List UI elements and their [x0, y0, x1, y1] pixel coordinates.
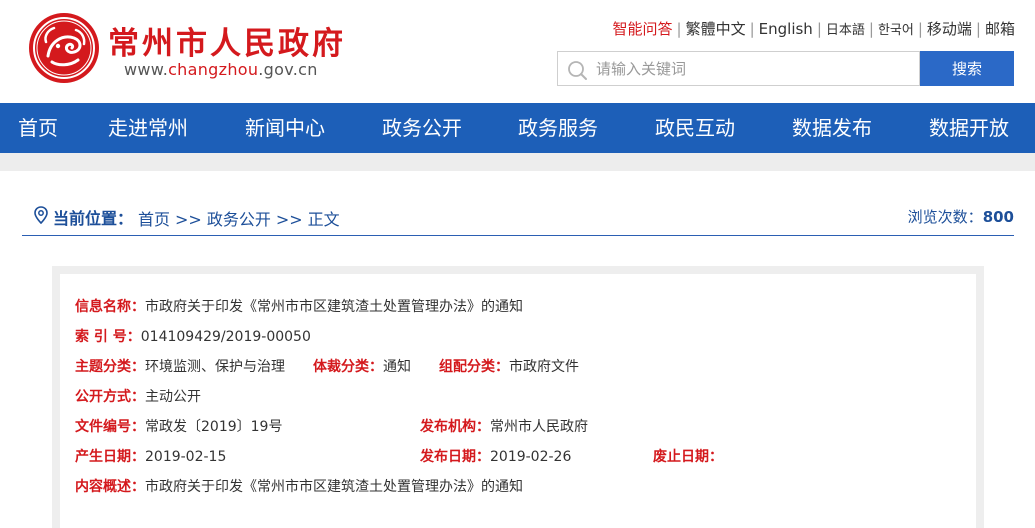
- group-cell: 组配分类：市政府文件: [439, 356, 579, 376]
- info-row-open-mode: 公开方式：主动公开: [75, 386, 201, 406]
- breadcrumb-separator: >>: [175, 210, 202, 229]
- issuer-value: 常州市人民政府: [490, 419, 588, 435]
- nav-item-about-changzhou[interactable]: 走进常州: [108, 103, 188, 153]
- link-traditional-chinese[interactable]: 繁體中文: [686, 18, 746, 39]
- document-info-panel: 信息名称：市政府关于印发《常州市市区建筑渣土处置管理办法》的通知 索 引 号：0…: [52, 266, 984, 528]
- info-row-index: 索 引 号：014109429/2019-00050: [75, 326, 311, 346]
- divider: |: [749, 19, 755, 38]
- index-label: 索 引 号：: [75, 329, 141, 345]
- open-mode-value: 主动公开: [145, 389, 201, 405]
- document-info-body: 信息名称：市政府关于印发《常州市市区建筑渣土处置管理办法》的通知 索 引 号：0…: [60, 274, 976, 528]
- topic-label: 主题分类：: [75, 359, 145, 375]
- title-value: 市政府关于印发《常州市市区建筑渣土处置管理办法》的通知: [145, 299, 523, 315]
- url-prefix: www.: [124, 60, 169, 79]
- nav-item-home[interactable]: 首页: [18, 103, 58, 153]
- info-row-summary: 内容概述：市政府关于印发《常州市市区建筑渣土处置管理办法》的通知: [75, 476, 523, 496]
- nav-item-data-release[interactable]: 数据发布: [792, 103, 872, 153]
- site-header: 常州市人民政府 www.changzhou.gov.cn 智能问答 | 繁體中文…: [0, 0, 1035, 103]
- search-input[interactable]: [596, 52, 916, 85]
- views-count: 800: [982, 208, 1014, 226]
- published-date-label: 发布日期：: [420, 449, 490, 465]
- site-url: www.changzhou.gov.cn: [124, 60, 318, 79]
- expired-date-label: 废止日期：: [653, 449, 723, 465]
- breadcrumb-home[interactable]: 首页: [138, 210, 170, 229]
- doc-number-value: 常政发〔2019〕19号: [145, 419, 283, 435]
- breadcrumb-current[interactable]: 正文: [308, 210, 340, 229]
- link-english[interactable]: English: [759, 20, 813, 38]
- info-row-title: 信息名称：市政府关于印发《常州市市区建筑渣土处置管理办法》的通知: [75, 296, 523, 316]
- divider: |: [975, 19, 981, 38]
- created-date-label: 产生日期：: [75, 449, 145, 465]
- created-date-value: 2019-02-15: [145, 449, 227, 465]
- genre-value: 通知: [383, 359, 411, 375]
- search-button[interactable]: 搜索: [920, 51, 1014, 86]
- summary-value: 市政府关于印发《常州市市区建筑渣土处置管理办法》的通知: [145, 479, 523, 495]
- divider: |: [816, 19, 822, 38]
- genre-cell: 体裁分类：通知: [313, 356, 411, 376]
- nav-item-open-data[interactable]: 数据开放: [929, 103, 1009, 153]
- info-row-categories: 主题分类：环境监测、保护与治理 体裁分类：通知 组配分类：市政府文件: [75, 356, 955, 376]
- open-mode-label: 公开方式：: [75, 389, 145, 405]
- breadcrumb-separator: >>: [275, 210, 303, 229]
- nav-item-government-affairs[interactable]: 政务公开: [382, 103, 462, 153]
- breadcrumb-path: 首页 >> 政务公开 >> 正文: [138, 206, 340, 230]
- views-label: 浏览次数：: [907, 208, 983, 226]
- link-mobile[interactable]: 移动端: [927, 18, 972, 39]
- search-icon: [568, 61, 587, 80]
- created-date-cell: 产生日期：2019-02-15: [75, 446, 226, 466]
- expired-date-cell: 废止日期：: [653, 446, 723, 466]
- info-row-dates: 产生日期：2019-02-15 发布日期：2019-02-26 废止日期：: [75, 446, 955, 466]
- divider: |: [868, 19, 874, 38]
- location-pin-icon: [34, 206, 48, 224]
- divider: |: [676, 19, 682, 38]
- link-korean[interactable]: 한국어: [878, 19, 914, 38]
- breadcrumb: 当前位置： 首页 >> 政务公开 >> 正文 浏览次数：800: [22, 196, 1014, 236]
- doc-number-label: 文件编号：: [75, 419, 145, 435]
- nav-item-news[interactable]: 新闻中心: [245, 103, 325, 153]
- breadcrumb-label: 当前位置：: [53, 209, 134, 228]
- summary-label: 内容概述：: [75, 479, 145, 495]
- info-row-document: 文件编号：常政发〔2019〕19号 发布机构：常州市人民政府: [75, 416, 955, 436]
- nav-item-services[interactable]: 政务服务: [518, 103, 598, 153]
- breadcrumb-government-affairs[interactable]: 政务公开: [207, 210, 271, 229]
- site-title[interactable]: 常州市人民政府: [108, 18, 346, 63]
- search-box: [557, 51, 920, 86]
- topic-cell: 主题分类：环境监测、保护与治理: [75, 356, 285, 376]
- language-links: 智能问答 | 繁體中文 | English | 日本語 | 한국어 | 移动端 …: [612, 18, 1015, 39]
- topic-value: 环境监测、保护与治理: [145, 359, 285, 375]
- published-date-cell: 发布日期：2019-02-26: [420, 446, 571, 466]
- group-value: 市政府文件: [509, 359, 579, 375]
- genre-label: 体裁分类：: [313, 359, 383, 375]
- link-japanese[interactable]: 日本語: [826, 19, 865, 38]
- nav-shadow-band: [0, 153, 1035, 171]
- nav-item-interaction[interactable]: 政民互动: [655, 103, 735, 153]
- index-value: 014109429/2019-00050: [140, 329, 311, 345]
- divider: |: [917, 19, 923, 38]
- link-mailbox[interactable]: 邮箱: [985, 18, 1015, 39]
- published-date-value: 2019-02-26: [490, 449, 572, 465]
- link-smart-qa[interactable]: 智能问答: [612, 18, 672, 39]
- dragon-emblem-logo-icon[interactable]: [28, 12, 100, 84]
- url-suffix: .gov.cn: [258, 60, 318, 79]
- issuer-cell: 发布机构：常州市人民政府: [420, 416, 588, 436]
- group-label: 组配分类：: [439, 359, 509, 375]
- url-domain: changzhou: [168, 60, 259, 79]
- issuer-label: 发布机构：: [420, 419, 490, 435]
- view-counter: 浏览次数：800: [908, 206, 1014, 227]
- main-nav: 首页 走进常州 新闻中心 政务公开 政务服务 政民互动 数据发布 数据开放: [0, 103, 1035, 153]
- title-label: 信息名称：: [75, 299, 145, 315]
- doc-number-cell: 文件编号：常政发〔2019〕19号: [75, 416, 282, 436]
